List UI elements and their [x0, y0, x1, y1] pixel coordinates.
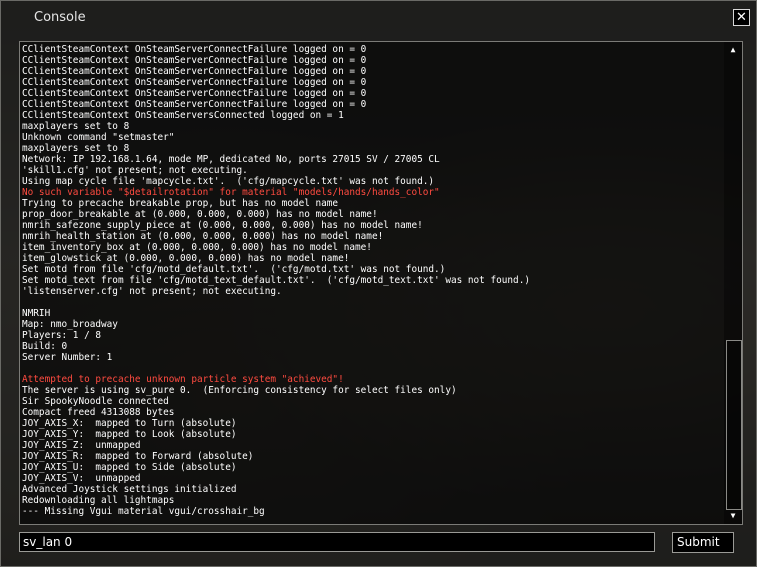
console-line: Sir SpookyNoodle connected — [22, 396, 169, 407]
close-button[interactable]: ✕ — [733, 9, 750, 26]
console-line: The server is using sv_pure 0. (Enforcin… — [22, 385, 457, 396]
console-line: CClientSteamContext OnSteamServerConnect… — [22, 99, 367, 110]
console-line: Using map cycle file 'mapcycle.txt'. ('c… — [22, 176, 435, 187]
console-line: No such variable "$detailrotation" for m… — [22, 187, 440, 198]
scroll-down-icon[interactable]: ▼ — [727, 511, 739, 521]
console-line: maxplayers set to 8 — [22, 121, 130, 132]
console-line: Map: nmo_broadway — [22, 319, 118, 330]
scroll-up-icon[interactable]: ▲ — [727, 45, 739, 55]
console-line: JOY_AXIS_Z: unmapped — [22, 440, 141, 451]
command-input[interactable] — [19, 532, 655, 552]
console-line: --- Missing Vgui material vgui/crosshair… — [22, 506, 265, 517]
console-line: Players: 1 / 8 — [22, 330, 102, 341]
console-line: CClientSteamContext OnSteamServerConnect… — [22, 77, 367, 88]
console-line: 'listenserver.cfg' not present; not exec… — [22, 286, 282, 297]
console-line: Attempted to precache unknown particle s… — [22, 374, 344, 385]
console-line: CClientSteamContext OnSteamServersConnec… — [22, 110, 344, 121]
console-line: prop_door_breakable at (0.000, 0.000, 0.… — [22, 209, 378, 220]
console-line: Trying to precache breakable prop, but h… — [22, 198, 339, 209]
console-line: Compact freed 4313088 bytes — [22, 407, 175, 418]
console-output[interactable]: CClientSteamContext OnSteamServerConnect… — [19, 41, 743, 525]
console-line: CClientSteamContext OnSteamServerConnect… — [22, 55, 367, 66]
window-title: Console — [34, 10, 86, 25]
console-line: Set motd_text from file 'cfg/motd_text_d… — [22, 275, 530, 286]
console-line: JOY_AXIS_V: unmapped — [22, 473, 141, 484]
console-line: 'skill1.cfg' not present; not executing. — [22, 165, 248, 176]
scroll-thumb[interactable] — [726, 340, 742, 510]
console-line: Network: IP 192.168.1.64, mode MP, dedic… — [22, 154, 440, 165]
console-line: JOY_AXIS_U: mapped to Side (absolute) — [22, 462, 237, 473]
console-line: Unknown command "setmaster" — [22, 132, 175, 143]
console-line: JOY_AXIS_Y: mapped to Look (absolute) — [22, 429, 237, 440]
console-line: JOY_AXIS_X: mapped to Turn (absolute) — [22, 418, 237, 429]
console-line: CClientSteamContext OnSteamServerConnect… — [22, 88, 367, 99]
console-line: Redownloading all lightmaps — [22, 495, 175, 506]
scrollbar[interactable]: ▲ ▼ — [724, 42, 742, 524]
console-line: nmrih_health_station at (0.000, 0.000, 0… — [22, 231, 384, 242]
console-line: Build: 0 — [22, 341, 68, 352]
console-line: nmrih_safezone_supply_piece at (0.000, 0… — [22, 220, 423, 231]
console-line: JOY_AXIS_R: mapped to Forward (absolute) — [22, 451, 254, 462]
console-line: Set motd from file 'cfg/motd_default.txt… — [22, 264, 446, 275]
console-line: CClientSteamContext OnSteamServerConnect… — [22, 44, 367, 55]
console-window: Console ✕ CClientSteamContext OnSteamSer… — [0, 0, 757, 567]
console-line: Server Number: 1 — [22, 352, 113, 363]
console-line: Advanced Joystick settings initialized — [22, 484, 237, 495]
console-line: NMRIH — [22, 308, 51, 319]
console-line: CClientSteamContext OnSteamServerConnect… — [22, 66, 367, 77]
console-line: item_glowstick at (0.000, 0.000, 0.000) … — [22, 253, 350, 264]
console-log: CClientSteamContext OnSteamServerConnect… — [22, 44, 722, 517]
submit-button[interactable]: Submit — [672, 532, 734, 553]
console-line: item_inventory_box at (0.000, 0.000, 0.0… — [22, 242, 372, 253]
console-line: maxplayers set to 8 — [22, 143, 130, 154]
close-icon: ✕ — [736, 10, 747, 25]
